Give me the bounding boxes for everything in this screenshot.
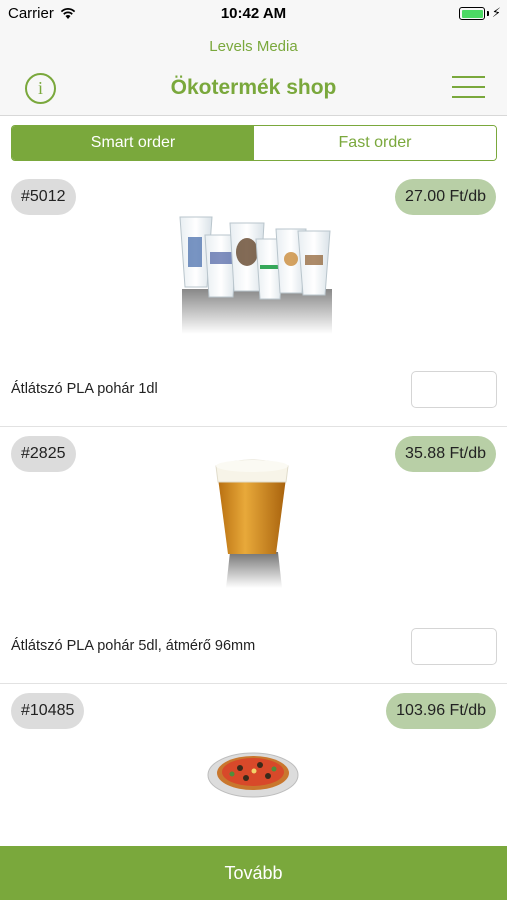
product-item: #2825 35.88 Ft/db Átlátszó PLA pohár 5dl… bbox=[0, 436, 507, 684]
product-sku-badge: #2825 bbox=[11, 436, 76, 472]
product-item: #10485 103.96 Ft/db bbox=[0, 693, 507, 853]
product-sku-badge: #5012 bbox=[11, 179, 76, 215]
clock: 10:42 AM bbox=[220, 5, 287, 22]
tab-fast-order[interactable]: Fast order bbox=[254, 126, 496, 160]
beer-cup-image bbox=[215, 459, 289, 588]
product-item: #5012 27.00 Ft/db Átlátszó PLA pohár 1dl bbox=[0, 179, 507, 427]
page-title: Ökotermék shop bbox=[170, 76, 337, 99]
product-price-badge: 27.00 Ft/db bbox=[395, 179, 496, 215]
hamburger-menu-icon[interactable] bbox=[452, 76, 485, 98]
product-price-badge: 35.88 Ft/db bbox=[395, 436, 496, 472]
battery-icon bbox=[459, 7, 485, 20]
product-price-badge: 103.96 Ft/db bbox=[386, 693, 496, 729]
product-name: Átlátszó PLA pohár 1dl bbox=[11, 381, 158, 397]
status-bar: Carrier 10:42 AM ⚡︎ bbox=[0, 0, 507, 28]
quantity-input[interactable] bbox=[411, 371, 497, 408]
order-mode-segmented-control: Smart order Fast order bbox=[11, 125, 497, 161]
clear-cups-image bbox=[179, 216, 332, 334]
tab-smart-order[interactable]: Smart order bbox=[12, 126, 254, 160]
pizza-plate-image bbox=[207, 752, 299, 798]
app-name: Levels Media bbox=[209, 38, 298, 55]
product-name: Átlátszó PLA pohár 5dl, átmérő 96mm bbox=[11, 638, 256, 654]
product-sku-badge: #10485 bbox=[11, 693, 85, 729]
nav-header: Levels Media i Ökotermék shop bbox=[0, 28, 507, 116]
quantity-input[interactable] bbox=[411, 628, 497, 665]
charging-icon: ⚡︎ bbox=[491, 5, 501, 20]
next-button[interactable]: Tovább bbox=[0, 846, 507, 900]
